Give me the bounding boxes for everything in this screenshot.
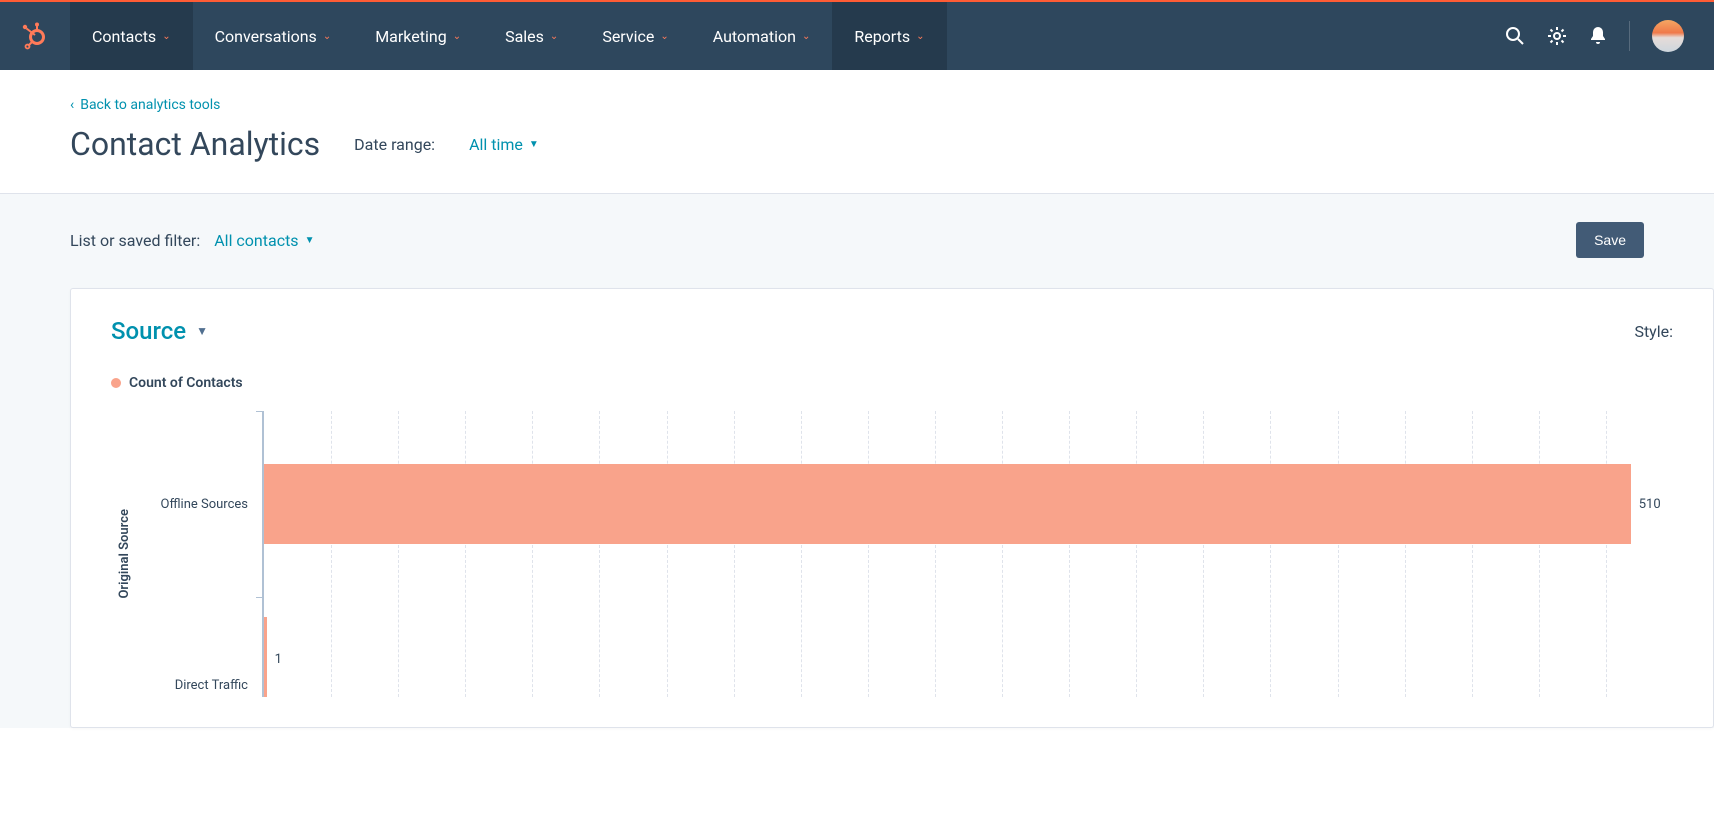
filter-dropdown[interactable]: All contacts ▼ [214, 231, 314, 250]
nav-label: Automation [713, 27, 796, 46]
nav-label: Reports [854, 27, 910, 46]
chevron-down-icon: ⌄ [660, 31, 668, 42]
page-header: ‹ Back to analytics tools Contact Analyt… [0, 70, 1714, 193]
nav-item-sales[interactable]: Sales ⌄ [483, 2, 580, 70]
chevron-left-icon: ‹ [70, 97, 74, 113]
nav-label: Sales [505, 27, 544, 46]
chart-bars: 510 1 [264, 411, 1673, 697]
chart-category: Direct Traffic [132, 597, 262, 697]
breakdown-dropdown[interactable]: Source ▼ [111, 317, 208, 345]
chart-plot: 510 1 [262, 411, 1673, 697]
nav-item-reports[interactable]: Reports ⌄ [832, 2, 946, 70]
nav-divider [1629, 21, 1630, 51]
top-nav: Contacts ⌄ Conversations ⌄ Marketing ⌄ Sale… [0, 0, 1714, 70]
bar[interactable] [264, 464, 1631, 544]
report-card: Source ▼ Style: Count of Contacts Origin… [70, 288, 1714, 728]
chevron-down-icon: ⌄ [453, 31, 461, 42]
bar-value-label: 510 [1639, 497, 1661, 512]
chart-y-categories: Offline Sources Direct Traffic [132, 411, 262, 697]
filter-value: All contacts [214, 231, 298, 250]
date-range-dropdown[interactable]: All time ▼ [469, 135, 539, 154]
nav-label: Service [602, 27, 654, 46]
caret-down-icon: ▼ [196, 324, 208, 338]
nav-item-conversations[interactable]: Conversations ⌄ [193, 2, 354, 70]
gear-icon[interactable] [1547, 26, 1567, 46]
legend-dot-icon [111, 378, 121, 388]
caret-down-icon: ▼ [305, 235, 315, 246]
axis-tick [256, 411, 264, 412]
chevron-down-icon: ⌄ [162, 31, 170, 42]
nav-item-contacts[interactable]: Contacts ⌄ [70, 2, 193, 70]
bar-row: 1 [264, 597, 1673, 697]
nav-label: Contacts [92, 27, 156, 46]
bar-value-label: 1 [275, 652, 282, 697]
legend-label: Count of Contacts [129, 375, 243, 391]
nav-label: Conversations [215, 27, 317, 46]
chevron-down-icon: ⌄ [916, 31, 924, 42]
bar-row: 510 [264, 411, 1673, 597]
date-range-label: Date range: [354, 135, 435, 154]
hubspot-logo[interactable] [0, 21, 70, 51]
caret-down-icon: ▼ [529, 139, 539, 150]
chart: Original Source Offline Sources Direct T… [111, 411, 1673, 697]
chevron-down-icon: ⌄ [802, 31, 810, 42]
back-link-label: Back to analytics tools [80, 97, 220, 113]
bell-icon[interactable] [1589, 26, 1607, 46]
chevron-down-icon: ⌄ [323, 31, 331, 42]
axis-tick [256, 597, 264, 598]
nav-item-service[interactable]: Service ⌄ [580, 2, 690, 70]
nav-right [1505, 20, 1714, 52]
hubspot-logo-icon [20, 21, 50, 51]
chart-legend: Count of Contacts [111, 375, 1673, 391]
chart-ylabel: Original Source [111, 509, 132, 599]
back-link[interactable]: ‹ Back to analytics tools [70, 97, 220, 113]
card-wrap: Source ▼ Style: Count of Contacts Origin… [0, 258, 1714, 728]
nav-items: Contacts ⌄ Conversations ⌄ Marketing ⌄ Sale… [70, 2, 947, 70]
search-icon[interactable] [1505, 26, 1525, 46]
filter-label: List or saved filter: [70, 231, 200, 250]
date-range-value: All time [469, 135, 523, 154]
nav-label: Marketing [375, 27, 446, 46]
chevron-down-icon: ⌄ [550, 31, 558, 42]
avatar[interactable] [1652, 20, 1684, 52]
nav-item-automation[interactable]: Automation ⌄ [691, 2, 833, 70]
bar[interactable] [264, 617, 267, 697]
page-title: Contact Analytics [70, 125, 320, 163]
breakdown-label: Source [111, 317, 186, 345]
chart-category: Offline Sources [132, 411, 262, 597]
style-label: Style: [1634, 322, 1673, 341]
nav-item-marketing[interactable]: Marketing ⌄ [353, 2, 483, 70]
filter-bar: List or saved filter: All contacts ▼ Sav… [0, 193, 1714, 258]
save-button[interactable]: Save [1576, 222, 1644, 258]
